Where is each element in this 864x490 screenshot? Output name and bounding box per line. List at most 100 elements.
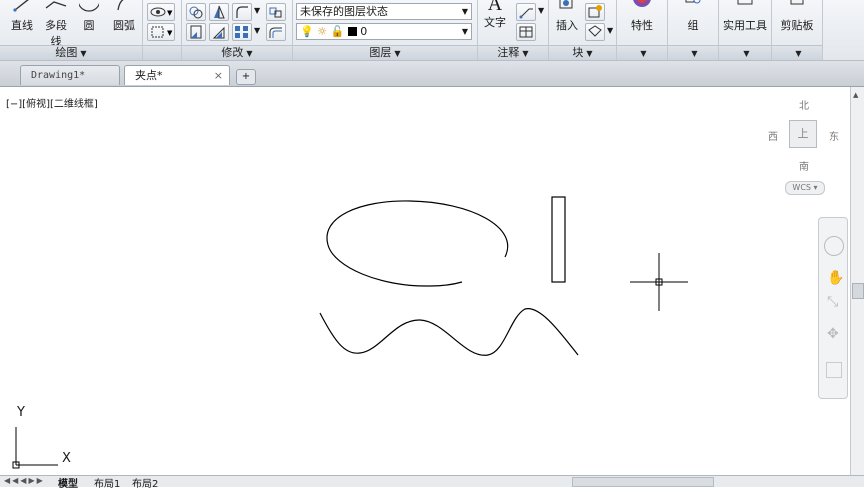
- offset-button[interactable]: [266, 23, 286, 41]
- scroll-thumb[interactable]: [852, 283, 864, 299]
- scale-button[interactable]: [209, 23, 229, 41]
- pan-hand-icon[interactable]: ✋: [827, 270, 844, 286]
- draw-extra-title: [143, 45, 181, 60]
- clipboard-button[interactable]: 剪贴板: [772, 0, 822, 33]
- layout-nav-arrows[interactable]: ◀◀◀▶▶: [4, 476, 45, 485]
- fillet-button[interactable]: [232, 3, 252, 21]
- insert-button[interactable]: 插入: [551, 0, 583, 33]
- array-button[interactable]: [266, 3, 286, 21]
- line-icon: [13, 0, 29, 12]
- circle-button[interactable]: 圆: [76, 0, 102, 33]
- layer-state-select[interactable]: 未保存的图层状态 ▼: [296, 3, 472, 20]
- scale-icon: [212, 26, 225, 39]
- rectangular-array-button[interactable]: [232, 23, 252, 41]
- wcs-label: WCS: [792, 183, 811, 192]
- layer-panel: 未保存的图层状态 ▼ 💡 ☼ 🔓 0 ▼ 图层 ▼: [293, 0, 478, 60]
- stretch-icon: [190, 25, 202, 39]
- chevron-down-icon: ▼: [461, 7, 468, 16]
- block-dropdown-icon[interactable]: ▼: [607, 26, 613, 35]
- compass-west[interactable]: 西: [768, 128, 778, 143]
- line-button[interactable]: 直线: [6, 0, 38, 33]
- draw-panel-title[interactable]: 绘图 ▼: [0, 45, 142, 60]
- line-label: 直线: [11, 19, 33, 32]
- arc-button[interactable]: 圆弧: [108, 0, 140, 33]
- properties-panel: 特性 ▼: [617, 0, 668, 60]
- leader-button[interactable]: [516, 3, 536, 21]
- compass-south[interactable]: 南: [799, 158, 809, 173]
- leader-icon: [519, 8, 533, 19]
- tab-model[interactable]: 模型: [58, 475, 78, 490]
- scroll-up-icon[interactable]: ▲: [853, 91, 858, 99]
- chevron-down-icon: ▼: [461, 27, 468, 36]
- crosshair-cursor: [630, 253, 688, 311]
- annotation-panel: A 文字 ▼ 注释 ▼: [478, 0, 549, 60]
- table-button[interactable]: [516, 23, 536, 41]
- fillet-icon: [236, 6, 248, 18]
- lock-icon: 🔓: [330, 25, 345, 38]
- arc-label: 圆弧: [113, 19, 135, 32]
- orbit-icon[interactable]: ✥: [827, 326, 839, 342]
- tab-label: 夹点*: [135, 69, 163, 82]
- svg-text:▼: ▼: [167, 29, 173, 37]
- ribbon: 直线 多段线 圆 圆弧 绘图 ▼ ▼ ▼ ▼ ▼ 修改 ▼ 未保存的图层状态 ▼…: [0, 0, 864, 61]
- tab-grips[interactable]: 夹点* ×: [124, 65, 230, 85]
- text-button[interactable]: A 文字: [480, 0, 510, 30]
- compass-north[interactable]: 北: [799, 97, 809, 112]
- properties-button[interactable]: 特性: [617, 0, 667, 33]
- modify-panel: ▼ ▼ 修改 ▼: [182, 0, 293, 60]
- clipboard-dropdown[interactable]: ▼: [772, 45, 822, 60]
- navigation-bar: ✋ ⤡ ✥: [818, 217, 848, 399]
- ucs-x-label: X: [62, 451, 71, 466]
- layer-select[interactable]: 💡 ☼ 🔓 0 ▼: [296, 23, 472, 40]
- create-block-button[interactable]: [585, 3, 605, 21]
- clipboard-icon: [790, 0, 804, 5]
- text-icon: A: [487, 0, 503, 15]
- tab-layout1[interactable]: 布局1: [94, 475, 120, 490]
- properties-dropdown[interactable]: ▼: [617, 45, 667, 60]
- viewcube-top-face[interactable]: 上: [789, 120, 817, 148]
- layer-value: 0: [360, 25, 368, 38]
- mirror-button[interactable]: [209, 3, 229, 21]
- compass-east[interactable]: 东: [829, 128, 839, 143]
- block-panel-title[interactable]: 块 ▼: [549, 45, 616, 60]
- array-dropdown-icon[interactable]: ▼: [254, 26, 260, 35]
- close-icon[interactable]: ×: [214, 66, 223, 85]
- modify-panel-title[interactable]: 修改 ▼: [182, 45, 292, 60]
- leader-dropdown-icon[interactable]: ▼: [538, 6, 544, 15]
- utilities-button[interactable]: 实用工具: [719, 0, 771, 33]
- wcs-menu[interactable]: WCS ▾: [785, 181, 825, 195]
- hatch-dropdown-button[interactable]: ▼: [147, 23, 175, 41]
- layer-panel-title[interactable]: 图层 ▼: [293, 45, 477, 60]
- tab-layout2[interactable]: 布局2: [132, 475, 158, 490]
- layer-state-value: 未保存的图层状态: [300, 5, 388, 18]
- annotation-panel-title[interactable]: 注释 ▼: [478, 45, 548, 60]
- tab-drawing1[interactable]: Drawing1*: [20, 65, 120, 85]
- showmotion-icon[interactable]: [826, 362, 842, 378]
- stretch-button[interactable]: [186, 23, 206, 41]
- edit-block-icon: [588, 25, 602, 37]
- edit-block-button[interactable]: [585, 23, 605, 41]
- clipboard-panel: 剪贴板 ▼: [772, 0, 823, 60]
- rectangle: [551, 196, 566, 283]
- grid-array-icon: [235, 26, 248, 38]
- group-button[interactable]: 组: [668, 0, 718, 33]
- utilities-dropdown[interactable]: ▼: [719, 45, 771, 60]
- arc-icon: [117, 0, 124, 11]
- vertical-scrollbar[interactable]: ▲: [850, 87, 864, 475]
- layout-tab-bar: ◀◀◀▶▶ 模型 布局1 布局2: [0, 475, 864, 490]
- lightbulb-icon: 💡: [300, 25, 314, 38]
- move-button[interactable]: [186, 3, 206, 21]
- steering-wheel-icon[interactable]: [824, 236, 844, 256]
- group-dropdown[interactable]: ▼: [668, 45, 718, 60]
- spline-curve: [319, 308, 579, 356]
- fillet-dropdown-icon[interactable]: ▼: [254, 6, 260, 15]
- polyline-button[interactable]: 多段线: [40, 0, 72, 49]
- new-tab-button[interactable]: +: [236, 69, 256, 85]
- insert-label: 插入: [556, 19, 578, 32]
- eye-dropdown-button[interactable]: ▼: [147, 3, 175, 21]
- block-panel: 插入 ▼ 块 ▼: [549, 0, 617, 60]
- sun-icon: ☼: [317, 25, 328, 38]
- move-icon: [189, 6, 203, 19]
- hatch-icon: ▼: [151, 26, 173, 38]
- zoom-extents-icon[interactable]: ⤡: [827, 294, 838, 310]
